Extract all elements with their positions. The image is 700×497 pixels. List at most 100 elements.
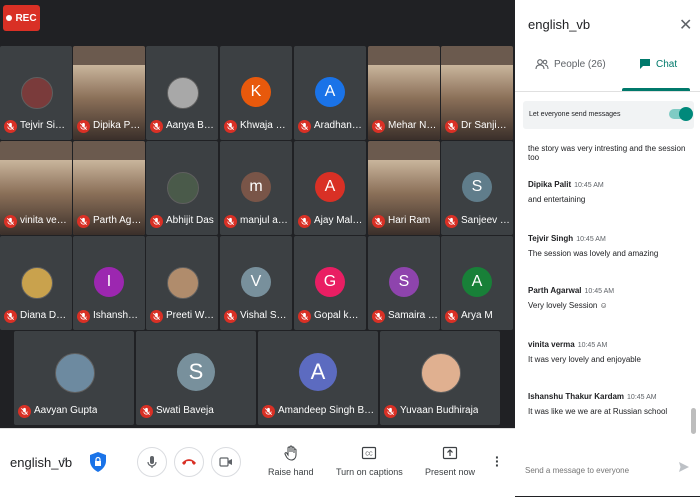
tab-people[interactable]: People (26) (535, 58, 606, 70)
chat-message-input[interactable] (525, 459, 665, 481)
muted-mic-icon (77, 215, 90, 228)
chat-message: Dipika Palit 10:45 AM and entertaining (528, 180, 693, 204)
people-icon (535, 59, 549, 70)
participant-name: Aradhana Ya... (314, 120, 364, 131)
participant-tile[interactable]: Dipika Palit (73, 46, 145, 140)
present-icon (442, 446, 458, 460)
tab-chat[interactable]: Chat (639, 58, 677, 70)
recording-badge: REC (3, 5, 40, 31)
participant-tile[interactable]: A Amandeep Singh Bajaj (258, 331, 378, 425)
muted-mic-icon (4, 215, 17, 228)
muted-mic-icon (298, 215, 311, 228)
captions-label: Turn on captions (336, 467, 403, 477)
present-now-label: Present now (425, 467, 476, 477)
participant-tile[interactable]: S Swati Baveja (136, 331, 256, 425)
microphone-button[interactable] (137, 447, 167, 477)
participant-tile[interactable]: m manjul arora (220, 141, 292, 235)
participant-name: Dipika Palit (93, 120, 143, 131)
participant-tile[interactable]: K Khwaja Moh... (220, 46, 292, 140)
participant-tile[interactable]: Hari Ram (368, 141, 440, 235)
panel-title: english_vb (528, 17, 591, 32)
recording-label: REC (15, 12, 37, 24)
camera-button[interactable] (211, 447, 241, 477)
participant-avatar (167, 172, 199, 204)
participant-tile[interactable]: Preeti Wadera (146, 236, 218, 330)
chat-messages[interactable]: the story was very intresting and the se… (515, 136, 700, 436)
participant-tile[interactable]: S Sanjeev kumar (441, 141, 513, 235)
more-options-icon[interactable]: · · · (495, 450, 500, 472)
muted-mic-icon (4, 310, 17, 323)
participant-tile[interactable]: G Gopal kumar (294, 236, 366, 330)
chat-sender: Dipika Palit (528, 180, 572, 189)
participant-name: manjul arora (240, 215, 290, 226)
avatar-letter: m (249, 178, 263, 195)
participant-tile[interactable]: Abhijit Das (146, 141, 218, 235)
let-everyone-label: Let everyone send messages (529, 111, 621, 118)
people-tab-label: People (26) (554, 58, 606, 70)
muted-mic-icon (150, 310, 163, 323)
leave-call-button[interactable] (174, 447, 204, 477)
participant-tile[interactable]: Parth Agarwal (73, 141, 145, 235)
video-camera-icon (219, 457, 232, 467)
avatar-letter: S (188, 359, 204, 384)
muted-mic-icon (224, 310, 237, 323)
participant-tile[interactable]: A Ajay Malhotra (294, 141, 366, 235)
participant-tile[interactable]: A Arya M (441, 236, 513, 330)
muted-mic-icon (77, 310, 90, 323)
participant-tile[interactable]: Aavyan Gupta (14, 331, 134, 425)
muted-mic-icon (262, 405, 275, 418)
muted-mic-icon (372, 215, 385, 228)
participant-tile[interactable]: I Ishanshu Tha... (73, 236, 145, 330)
chevron-up-icon[interactable]: ^ (62, 457, 67, 468)
participant-tile[interactable]: V Vishal Sharma (220, 236, 292, 330)
participant-avatar: A (315, 172, 345, 202)
participant-tile[interactable]: Aanya Baveja (146, 46, 218, 140)
participant-name: Preeti Wadera (166, 310, 216, 321)
chat-message: the story was very intresting and the se… (528, 144, 693, 162)
chat-message: Ishanshu Thakur Kardam 10:45 AM It was lik… (528, 392, 693, 416)
participant-avatar (21, 77, 53, 109)
participant-name: Gopal kumar (314, 310, 364, 321)
participant-tile[interactable]: A Aradhana Ya... (294, 46, 366, 140)
raise-hand-button[interactable]: Raise hand (268, 445, 314, 477)
participant-name: Sanjeev kumar (461, 215, 511, 226)
chat-time: 10:45 AM (574, 182, 604, 189)
muted-mic-icon (372, 120, 385, 133)
avatar-letter: A (324, 83, 336, 100)
present-now-button[interactable]: Present now (425, 445, 475, 477)
chat-message: Parth Agarwal 10:45 AM Very lovely Session… (528, 286, 693, 310)
captions-button[interactable]: CC Turn on captions (336, 445, 403, 477)
avatar-letter: V (250, 273, 262, 290)
participant-tile[interactable]: Yuvaan Budhiraja (380, 331, 500, 425)
participant-name: Khwaja Moh... (240, 120, 290, 131)
muted-mic-icon (224, 120, 237, 133)
chat-time: 10:45 AM (584, 288, 615, 295)
participant-tile[interactable]: S Samaira Tan... (368, 236, 440, 330)
participant-tile[interactable]: Mehar Nagi (368, 46, 440, 140)
chat-message-text: It was like we we are at Russian school (528, 407, 668, 416)
shield-icon[interactable] (88, 451, 108, 473)
participant-avatar (167, 77, 199, 109)
participant-name: Diana Democ... (20, 310, 70, 321)
muted-mic-icon (445, 310, 458, 323)
chat-message-text: The session was lovely and amazing (528, 249, 659, 258)
avatar-letter: G (323, 273, 337, 290)
participant-avatar: A (299, 353, 337, 391)
hand-icon (284, 445, 297, 461)
participant-tile[interactable]: Dr Sanjib Ku... (441, 46, 513, 140)
participant-name: Samaira Tan... (388, 310, 438, 321)
participant-tile[interactable]: Tejvir Singh (0, 46, 72, 140)
close-icon[interactable]: ✕ (679, 15, 692, 35)
participant-avatar: A (462, 267, 492, 297)
participant-avatar: I (94, 267, 124, 297)
participant-name: Aavyan Gupta (34, 405, 98, 416)
participant-avatar: V (241, 267, 271, 297)
chat-scrollbar[interactable] (691, 408, 696, 434)
participant-tile[interactable]: vinita verma (0, 141, 72, 235)
send-messages-toggle[interactable] (669, 107, 693, 121)
participant-tile[interactable]: Diana Democ... (0, 236, 72, 330)
send-icon[interactable] (678, 461, 690, 473)
participant-avatar (421, 353, 461, 393)
participant-name: Parth Agarwal (93, 215, 143, 226)
participant-name: vinita verma (20, 215, 70, 226)
